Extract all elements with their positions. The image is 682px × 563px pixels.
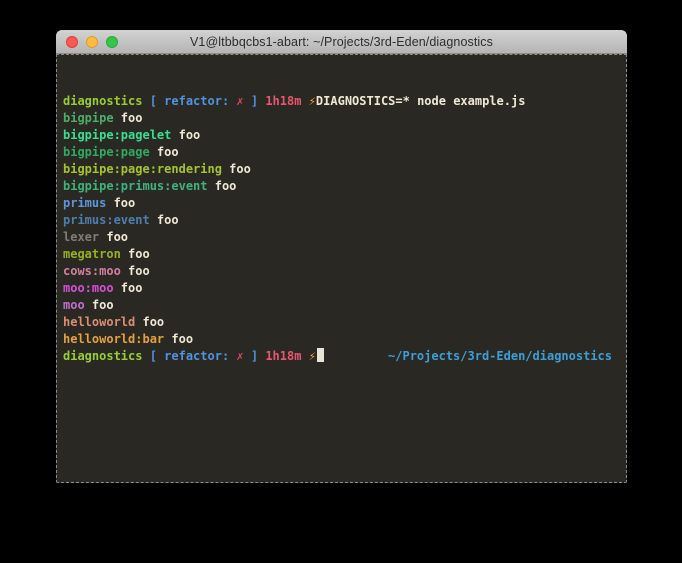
terminal-text-segment: foo [164, 332, 193, 346]
terminal-text-segment: 1h18m [265, 94, 301, 108]
close-button[interactable] [66, 36, 78, 48]
terminal-content[interactable]: diagnostics [ refactor: ✗ ] 1h18m ⚡DIAGN… [56, 54, 627, 483]
terminal-line: diagnostics [ refactor: ✗ ] 1h18m ⚡DIAGN… [63, 93, 620, 110]
terminal-line: helloworld:bar foo [63, 331, 620, 348]
terminal-line: bigpipe foo [63, 110, 620, 127]
terminal-window: V1@ltbbqcbs1-abart: ~/Projects/3rd-Eden/… [56, 30, 627, 483]
title-bar[interactable]: V1@ltbbqcbs1-abart: ~/Projects/3rd-Eden/… [56, 30, 627, 54]
terminal-text-segment: lexer [63, 230, 99, 244]
terminal-text-segment: cows:moo [63, 264, 121, 278]
terminal-text-segment: ⚡ [309, 349, 316, 363]
terminal-text-segment [301, 349, 308, 363]
terminal-text-segment: foo [106, 196, 135, 210]
terminal-line: lexer foo [63, 229, 620, 246]
terminal-text-segment: foo [114, 111, 143, 125]
terminal-text-segment: foo [150, 145, 179, 159]
terminal-text-segment: bigpipe [63, 111, 114, 125]
terminal-text-segment [301, 94, 308, 108]
maximize-button[interactable] [106, 36, 118, 48]
terminal-text-segment: [ refactor: [142, 349, 236, 363]
minimize-button[interactable] [86, 36, 98, 48]
terminal-text-segment: foo [150, 213, 179, 227]
terminal-text-segment: foo [85, 298, 114, 312]
terminal-text-segment: bigpipe:page [63, 145, 150, 159]
traffic-lights [66, 30, 118, 53]
terminal-line: diagnostics [ refactor: ✗ ] 1h18m ⚡ ~/Pro… [63, 348, 620, 365]
terminal-text-segment: helloworld [63, 315, 135, 329]
terminal-text-segment: megatron [63, 247, 121, 261]
terminal-text-segment: primus:event [63, 213, 150, 227]
terminal-text-segment: ] [244, 94, 266, 108]
terminal-text-segment: ✗ [236, 349, 243, 363]
terminal-text-segment: primus [63, 196, 106, 210]
terminal-text-segment: diagnostics [63, 349, 142, 363]
terminal-line: helloworld foo [63, 314, 620, 331]
terminal-line: bigpipe:page:rendering foo [63, 161, 620, 178]
terminal-text-segment: foo [114, 281, 143, 295]
terminal-line: megatron foo [63, 246, 620, 263]
terminal-line: primus foo [63, 195, 620, 212]
terminal-text-segment: diagnostics [63, 94, 142, 108]
terminal-text-segment: moo:moo [63, 281, 114, 295]
terminal-line: bigpipe:primus:event foo [63, 178, 620, 195]
terminal-text-segment: helloworld:bar [63, 332, 164, 346]
terminal-line: moo foo [63, 297, 620, 314]
terminal-text-segment: foo [208, 179, 237, 193]
terminal-lines: diagnostics [ refactor: ✗ ] 1h18m ⚡DIAGN… [63, 93, 620, 365]
terminal-line: moo:moo foo [63, 280, 620, 297]
terminal-line: bigpipe:pagelet foo [63, 127, 620, 144]
terminal-text-segment: bigpipe:primus:event [63, 179, 208, 193]
terminal-text-segment: foo [222, 162, 251, 176]
terminal-text-segment: DIAGNOSTICS=* node example.js [316, 94, 526, 108]
window-title: V1@ltbbqcbs1-abart: ~/Projects/3rd-Eden/… [190, 35, 493, 49]
prompt-path: ~/Projects/3rd-Eden/diagnostics [388, 348, 620, 365]
terminal-text-segment: foo [121, 247, 150, 261]
terminal-text-segment: bigpipe:pagelet [63, 128, 171, 142]
terminal-text-segment: foo [99, 230, 128, 244]
terminal-text-segment: moo [63, 298, 85, 312]
terminal-text-segment: ] [244, 349, 266, 363]
terminal-text-segment: foo [121, 264, 150, 278]
terminal-text-segment: bigpipe:page:rendering [63, 162, 222, 176]
terminal-line: cows:moo foo [63, 263, 620, 280]
terminal-cursor [317, 348, 324, 362]
terminal-text-segment: foo [135, 315, 164, 329]
terminal-text-segment: foo [171, 128, 200, 142]
terminal-line: bigpipe:page foo [63, 144, 620, 161]
terminal-text-segment: 1h18m [265, 349, 301, 363]
terminal-text-segment: [ refactor: [142, 94, 236, 108]
terminal-text-segment: ✗ [236, 94, 243, 108]
terminal-line: primus:event foo [63, 212, 620, 229]
terminal-text-segment: ⚡ [309, 94, 316, 108]
